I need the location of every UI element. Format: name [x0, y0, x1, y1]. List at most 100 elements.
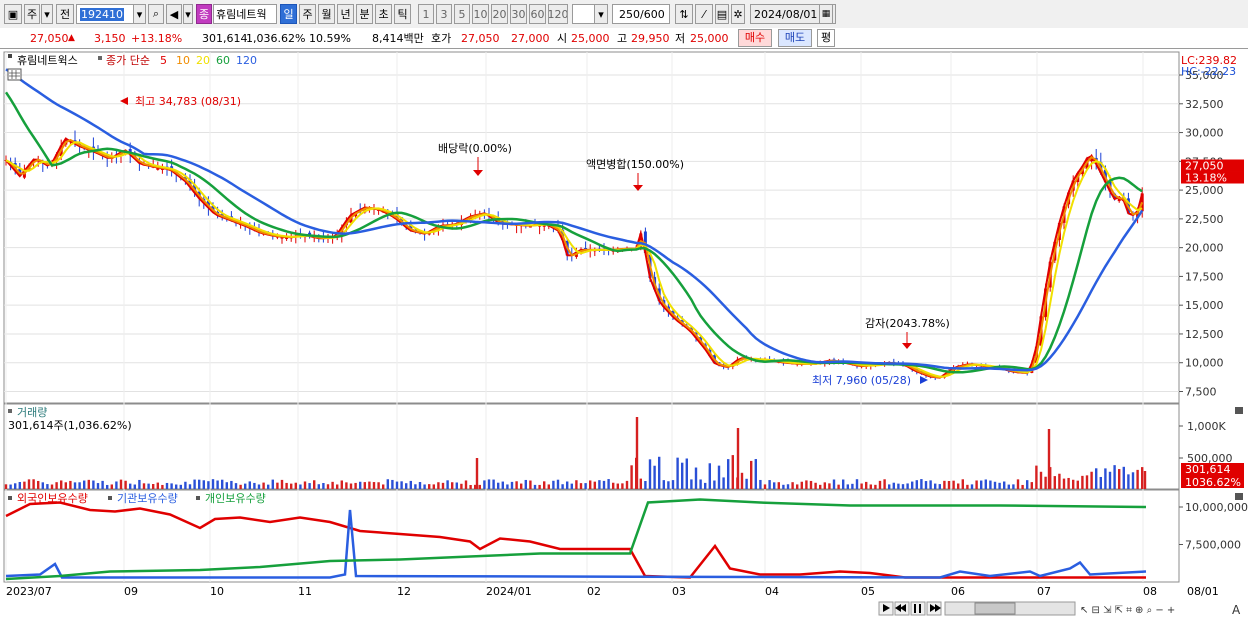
volume-bar	[607, 479, 610, 489]
period-button-2[interactable]: 월	[318, 4, 335, 24]
volume-bar	[1085, 475, 1089, 489]
calendar-icon[interactable]: ▦	[819, 4, 833, 24]
save-icon[interactable]: ▤	[715, 4, 729, 24]
code-dropdown-icon[interactable]: ▾	[133, 4, 146, 24]
x-label-0: 2023/07	[6, 585, 52, 598]
volume-bar	[1062, 478, 1066, 489]
volume-bar	[989, 480, 992, 489]
period-button-3[interactable]: 년	[337, 4, 354, 24]
period-type-select[interactable]: 주	[24, 4, 40, 24]
volume-panel-close-icon[interactable]	[1235, 407, 1243, 414]
volume-bar	[529, 480, 532, 489]
volume-bar	[414, 484, 417, 489]
volume-bar	[464, 480, 468, 489]
interval-button-10[interactable]: 10	[472, 4, 489, 24]
volume-bar	[855, 479, 859, 489]
turnover-rate: 10.59%	[309, 32, 351, 45]
volume-bar	[142, 483, 146, 489]
screen-icon[interactable]: ▣	[4, 4, 22, 24]
price-tick-8: 15,000	[1185, 299, 1224, 312]
search-icon[interactable]: ⌕	[148, 4, 164, 24]
scroll-thumb[interactable]	[974, 602, 1016, 615]
volume-bar	[524, 479, 527, 489]
interval-button-60[interactable]: 60	[529, 4, 546, 24]
high-annotation: 최고 34,783 (08/31)	[135, 95, 241, 108]
volume-bar	[860, 483, 863, 489]
volume-bar	[570, 483, 573, 489]
draw-tool-icon[interactable]: ⁄	[695, 4, 713, 24]
period-button-1[interactable]: 주	[299, 4, 316, 24]
range-type-label: 전	[59, 8, 71, 21]
volume-bar	[593, 481, 596, 489]
volume-bar	[179, 484, 182, 489]
volume-bar	[317, 484, 320, 489]
interval-button-120[interactable]: 120	[548, 4, 568, 24]
chevron-down-icon[interactable]: ▾	[41, 4, 53, 24]
volume-bar	[934, 483, 937, 489]
speaker-icon[interactable]: ◀	[166, 4, 182, 24]
volume-bar	[906, 483, 909, 489]
volume-bar	[262, 482, 265, 489]
toolbar-drawing-icons[interactable]: ↖ ⊟ ⇲ ⇱ ⌗ ⊕ ⌕ − +	[1080, 605, 1175, 616]
volume-bar	[4, 484, 8, 489]
volume-bar	[759, 479, 762, 489]
volume-bar	[322, 482, 325, 489]
volume-bar	[506, 484, 509, 489]
sell-button[interactable]: 매도	[778, 29, 812, 47]
scroll-pause-icon[interactable]	[910, 601, 926, 616]
related-stock-icon[interactable]: 종	[196, 4, 212, 24]
buy-button[interactable]: 매수	[738, 29, 772, 47]
interval-button-30[interactable]: 30	[510, 4, 527, 24]
period-button-4[interactable]: 분	[356, 4, 373, 24]
interval-dropdown-icon[interactable]: ▾	[594, 4, 608, 24]
last-pct-label: 13.18%	[1185, 172, 1227, 185]
volume-bar	[60, 480, 63, 489]
legend-ma-10: 10	[176, 54, 190, 67]
volume-last-value: 301,614	[1185, 463, 1231, 476]
volume-bar	[253, 482, 256, 489]
volume-bar	[667, 481, 670, 489]
reduction-annotation: 감자(2043.78%)	[865, 317, 950, 330]
price-tick-2: 30,000	[1185, 127, 1224, 140]
x-label-8: 04	[765, 585, 779, 598]
eval-button[interactable]: 평	[817, 29, 835, 47]
volume-bar	[487, 479, 491, 489]
period-button-6[interactable]: 틱	[394, 4, 411, 24]
volume-spike	[635, 417, 639, 489]
volume-bar	[497, 482, 500, 489]
period-button-5[interactable]: 초	[375, 4, 392, 24]
compare-icon[interactable]: ⇅	[675, 4, 693, 24]
table-icon[interactable]	[7, 68, 22, 81]
volume-bar	[1090, 471, 1093, 489]
range-type-select[interactable]: 전	[56, 4, 74, 24]
volume-bar	[1012, 484, 1015, 489]
volume-bar	[694, 467, 698, 489]
volume-bar	[1021, 484, 1024, 489]
volume-bar	[294, 482, 297, 489]
interval-button-3[interactable]: 3	[436, 4, 452, 24]
text-tool-icon[interactable]: A	[1232, 603, 1241, 617]
interval-button-20[interactable]: 20	[491, 4, 508, 24]
volume-bar	[165, 482, 169, 489]
volume-bar	[451, 482, 454, 489]
gear-icon[interactable]: ✲	[731, 4, 745, 24]
change-value: 3,150	[94, 32, 126, 45]
volume-bar	[750, 460, 753, 489]
volume-bar	[510, 481, 514, 489]
hoga-label: 호가	[431, 32, 452, 45]
volume-spike	[736, 428, 740, 489]
x-label-4: 12	[397, 585, 411, 598]
volume-bar	[639, 478, 642, 489]
holdings-panel-close-icon[interactable]	[1235, 493, 1243, 500]
volume-bar	[69, 480, 72, 489]
volume-bar	[78, 482, 81, 489]
interval-button-1[interactable]: 1	[418, 4, 434, 24]
volume-bar	[791, 482, 794, 489]
period-button-0[interactable]: 일	[280, 4, 297, 24]
volume-bar	[386, 479, 389, 489]
volume-bar	[1113, 465, 1116, 489]
speaker-dropdown-icon[interactable]: ▾	[183, 4, 193, 24]
count-input[interactable]: 250/600	[612, 4, 670, 24]
x-label-13: 08/01	[1187, 585, 1219, 598]
interval-button-5[interactable]: 5	[454, 4, 470, 24]
